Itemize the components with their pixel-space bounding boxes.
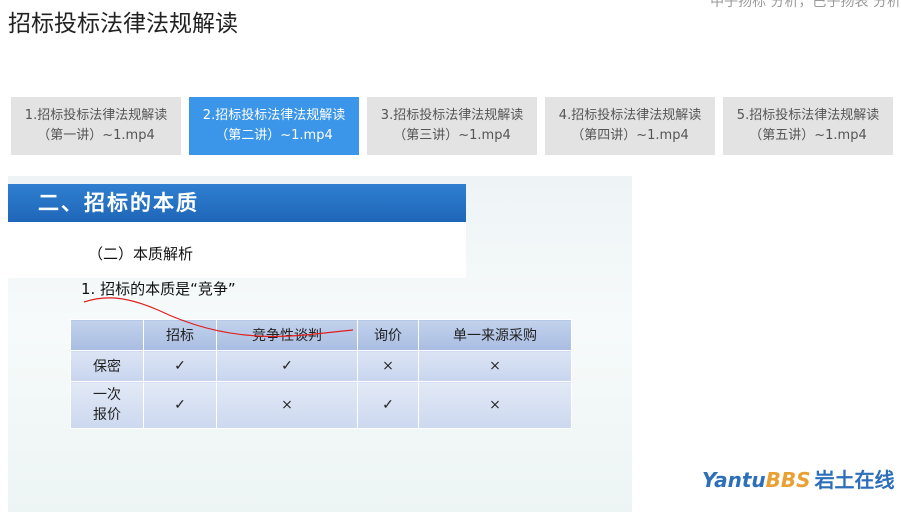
watermark-text: Yantu: [702, 468, 766, 492]
video-tab-5[interactable]: 5.招标投标法律法规解读 （第五讲）~1.mp4: [723, 97, 893, 155]
video-tab-4[interactable]: 4.招标投标法律法规解读 （第四讲）~1.mp4: [545, 97, 715, 155]
pen-stroke: [83, 297, 354, 338]
page-title: 招标投标法律法规解读: [8, 11, 238, 37]
video-tab-title: 4.招标投标法律法规解读: [558, 108, 702, 123]
watermark-text: BBS: [765, 468, 811, 492]
pen-annotation-icon: [83, 297, 354, 338]
video-tab-title: 5.招标投标法律法规解读: [736, 108, 880, 123]
video-tab-title: 2.招标投标法律法规解读: [202, 108, 346, 123]
video-tab-subtitle: （第四讲）~1.mp4: [571, 128, 689, 143]
video-slide[interactable]: 二、招标的本质 （二）本质解析 1. 招标的本质是“竞争” 招标 竞争性谈判 询…: [8, 176, 632, 512]
site-watermark-logo: YantuBBS 岩土在线: [702, 464, 895, 493]
video-tab-subtitle: （第五讲）~1.mp4: [749, 128, 867, 143]
video-tab-2[interactable]: 2.招标投标法律法规解读 （第二讲）~1.mp4: [189, 97, 359, 155]
video-tab-subtitle: （第二讲）~1.mp4: [215, 128, 333, 143]
video-tab-title: 1.招标投标法律法规解读: [24, 108, 168, 123]
video-tab-subtitle: （第一讲）~1.mp4: [37, 128, 155, 143]
video-tabs: 1.招标投标法律法规解读 （第一讲）~1.mp4 2.招标投标法律法规解读 （第…: [11, 97, 893, 155]
video-tab-subtitle: （第三讲）~1.mp4: [393, 128, 511, 143]
video-tab-title: 3.招标投标法律法规解读: [380, 108, 524, 123]
cropped-header-text: 中子扬标 分析，巴子扬表 分析: [710, 0, 901, 10]
video-tab-3[interactable]: 3.招标投标法律法规解读 （第三讲）~1.mp4: [367, 97, 537, 155]
video-tab-1[interactable]: 1.招标投标法律法规解读 （第一讲）~1.mp4: [11, 97, 181, 155]
watermark-text: 岩土在线: [814, 468, 895, 492]
